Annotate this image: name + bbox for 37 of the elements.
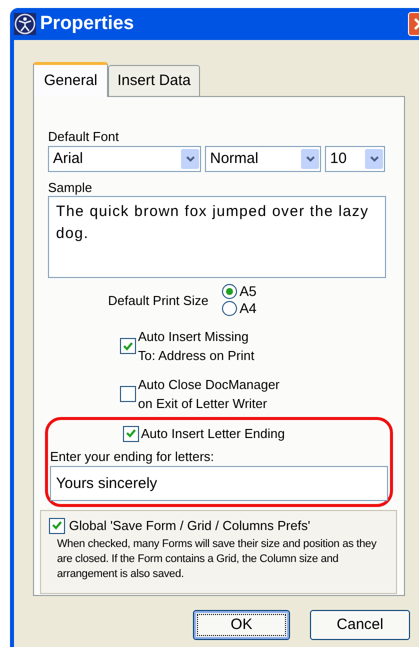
field-label: Sample — [48, 180, 94, 196]
size-dropdown[interactable]: 10 — [325, 146, 385, 172]
window-title: Properties — [40, 12, 134, 36]
chevron-down-icon — [370, 156, 378, 162]
tab[interactable]: General — [33, 62, 108, 97]
checkbox-label: Auto Insert Missing To: Address on Print — [138, 328, 254, 365]
field-label: Default Print Size — [108, 292, 208, 310]
checkbox-label: Auto Close DocManager on Exit of Letter Writer — [138, 376, 280, 413]
checkbox-label: Global 'Save Form / Grid / Columns Prefs' — [69, 517, 310, 535]
checkbox-label: Auto Insert Letter Ending — [141, 425, 285, 443]
ok-button[interactable]: OK — [193, 610, 290, 640]
radio-button[interactable] — [222, 284, 238, 299]
tab[interactable]: Insert Data — [108, 65, 200, 97]
dropdown-button[interactable] — [181, 149, 199, 169]
dropdown-button[interactable] — [301, 149, 319, 169]
sample-text-box: The quick brown fox jumped over the lazy dog. — [48, 196, 386, 278]
cancel-button[interactable]: Cancel — [310, 610, 410, 640]
radio-label: A4 — [239, 299, 257, 318]
checkbox[interactable] — [120, 386, 136, 402]
chevron-down-icon — [186, 156, 194, 162]
checkbox[interactable] — [123, 426, 139, 442]
check-icon — [126, 429, 136, 438]
check-icon — [52, 521, 62, 530]
description-text: When checked, many Forms will save their size and position as they are closed. If the Form contains a Grid, the Column size and arrangement is also saved. — [56, 536, 378, 582]
check-icon — [123, 342, 133, 350]
letter-ending-field[interactable]: Yours sincerely — [50, 466, 388, 501]
radio-button[interactable] — [222, 301, 238, 316]
style-dropdown[interactable]: Normal — [205, 146, 321, 172]
field-label: Enter your ending for letters: — [50, 448, 216, 466]
chevron-down-icon — [306, 156, 314, 162]
checkbox[interactable] — [49, 518, 65, 534]
dropdown-button[interactable] — [365, 149, 383, 169]
font-dropdown[interactable]: Arial — [48, 146, 201, 172]
field-label: Default Font — [48, 129, 120, 145]
app-logo-icon — [14, 13, 36, 35]
checkbox[interactable] — [120, 338, 136, 354]
radio-label: A5 — [239, 282, 257, 301]
